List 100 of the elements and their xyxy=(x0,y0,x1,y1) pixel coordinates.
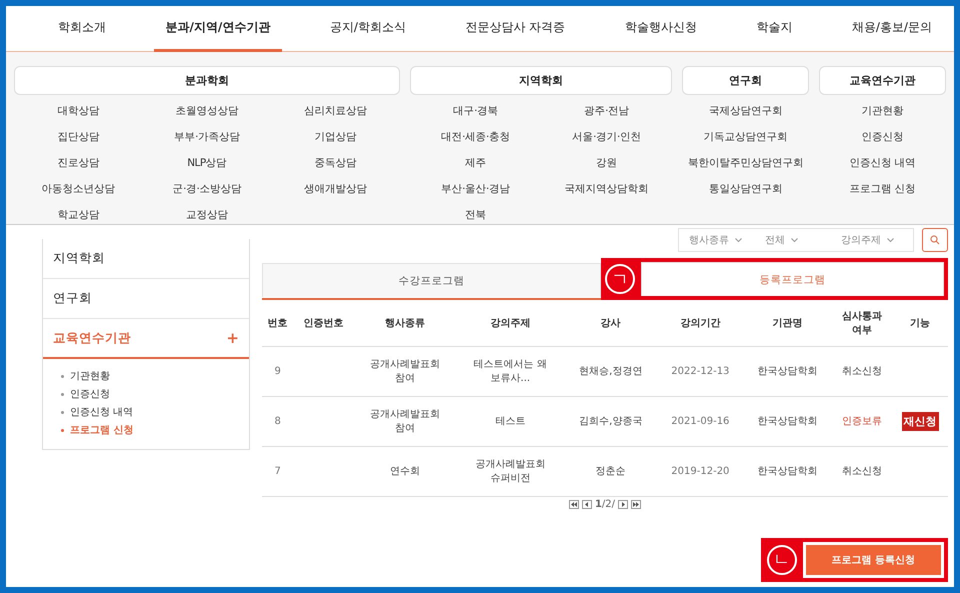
review-status: 취소신청 xyxy=(842,466,882,477)
nav-menu-item[interactable]: 공지/학회소식 xyxy=(318,6,418,52)
menu-link[interactable]: 광주·전남 xyxy=(541,101,672,121)
column-header: 심사통과 여부 xyxy=(832,300,892,346)
menu-link[interactable]: 심리치료상담 xyxy=(271,101,400,121)
menu-link[interactable]: 집단상담 xyxy=(14,127,143,147)
menu-link[interactable]: 전북 xyxy=(410,205,541,225)
table-cell: 2019-12-20 xyxy=(657,446,744,496)
triangle-arrow-icon xyxy=(633,502,640,506)
column-header: 번호 xyxy=(262,300,294,346)
menu-link[interactable]: 생애개발상담 xyxy=(271,179,400,199)
first-page-button[interactable] xyxy=(568,500,579,508)
menu-link[interactable]: 통일상담연구회 xyxy=(682,179,809,199)
table-cell: 김희수,양종국 xyxy=(564,396,658,446)
menu-link[interactable]: 서울·경기·인천 xyxy=(541,127,672,147)
menu-link[interactable]: 강원 xyxy=(541,153,672,173)
review-status: 취소신청 xyxy=(842,366,882,377)
menu-link[interactable]: 인증신청 내역 xyxy=(819,153,946,173)
triangle-arrow-icon xyxy=(570,502,577,506)
filter-select[interactable]: 강의주제 xyxy=(841,233,903,247)
table-cell: 공개사례발표회 슈퍼비전 xyxy=(456,446,564,496)
sidebar-item-label: 지역학회 xyxy=(53,250,105,267)
table-cell: 공개사례발표회 참여 xyxy=(354,346,457,396)
table-cell: 연수회 xyxy=(354,446,457,496)
menu-link[interactable]: 부부·가족상담 xyxy=(142,127,272,147)
table-cell: 한국상담학회 xyxy=(743,346,832,396)
nav-menu-item[interactable]: 학술행사신청 xyxy=(612,6,709,52)
menu-link[interactable]: 인증신청 xyxy=(819,127,946,147)
submenu-item[interactable]: 인증신청 내역 xyxy=(61,405,249,419)
prev-page-button[interactable] xyxy=(582,500,592,508)
column-header: 강의주제 xyxy=(456,300,564,346)
chevron-down-icon xyxy=(791,238,798,242)
menu-link[interactable]: NLP상담 xyxy=(142,153,272,173)
menu-link[interactable]: 초월영성상담 xyxy=(142,101,272,121)
menu-link[interactable]: 기관현황 xyxy=(819,101,946,121)
table-cell: 정춘순 xyxy=(564,446,658,496)
nav-menu-item[interactable]: 학회소개 xyxy=(46,6,118,52)
sidebar-item-label: 교육연수기관 xyxy=(53,330,131,346)
tab[interactable]: 수강프로그램 xyxy=(262,263,601,297)
table-cell: 테스트 xyxy=(456,396,564,446)
table-cell: 2022-12-13 xyxy=(657,346,744,396)
triangle-arrow-icon xyxy=(620,502,626,506)
column-header: 기능 xyxy=(892,300,948,346)
menu-link[interactable]: 교정상담 xyxy=(142,205,272,225)
menu-link[interactable]: 중독상담 xyxy=(271,153,400,173)
sidebar-item-label: 연구회 xyxy=(53,290,92,307)
triangle-arrow-icon xyxy=(584,502,590,506)
menu-link[interactable]: 군·경·소방상담 xyxy=(142,179,272,199)
sidebar-item[interactable]: 지역학회 xyxy=(43,239,249,279)
menu-group-title: 교육연수기관 xyxy=(819,66,946,95)
column-header: 강사 xyxy=(564,300,658,346)
search-icon xyxy=(930,235,940,245)
page-indicator: 1/2/ xyxy=(594,498,616,510)
nav-menu-item[interactable]: 전문상담사 자격증 xyxy=(453,6,578,52)
table-cell: 공개사례발표회 참여 xyxy=(354,396,457,446)
table-cell: 9 xyxy=(262,346,294,396)
nav-menu-item[interactable]: 채용/홍보/문의 xyxy=(840,6,944,52)
table-cell: 7 xyxy=(262,446,294,496)
menu-link[interactable]: 대학상담 xyxy=(14,101,143,121)
column-header: 행사종류 xyxy=(354,300,457,346)
menu-link[interactable]: 대구·경북 xyxy=(410,101,541,121)
table-cell: 8 xyxy=(262,396,294,446)
sidebar-item[interactable]: 연구회 xyxy=(43,279,249,319)
menu-link[interactable]: 제주 xyxy=(410,153,541,173)
menu-link[interactable]: 북한이탈주민상담연구회 xyxy=(682,153,809,173)
submenu-item[interactable]: 기관현황 xyxy=(61,369,249,383)
chevron-down-icon xyxy=(735,238,742,242)
submenu-item[interactable]: 인증신청 xyxy=(61,387,249,401)
review-status: 인증보류 xyxy=(842,416,882,427)
menu-link[interactable]: 진로상담 xyxy=(14,153,143,173)
nav-menu-item[interactable]: 학술지 xyxy=(744,6,804,52)
menu-link[interactable]: 기업상담 xyxy=(271,127,400,147)
filter-select[interactable]: 전체 xyxy=(765,233,827,247)
menu-link[interactable]: 학교상담 xyxy=(14,205,143,225)
menu-group-title: 분과학회 xyxy=(14,66,400,95)
filter-select[interactable]: 행사종류 xyxy=(689,233,751,247)
menu-group-title: 지역학회 xyxy=(410,66,672,95)
table-cell: 한국상담학회 xyxy=(743,396,832,446)
menu-link[interactable]: 부산·울산·경남 xyxy=(410,179,541,199)
table-cell: 테스트에서는 왜 보류사... xyxy=(456,346,564,396)
menu-link[interactable]: 프로그램 신청 xyxy=(819,179,946,199)
table-cell: 현채승,정경연 xyxy=(564,346,658,396)
menu-link[interactable]: 기독교상담연구회 xyxy=(682,127,809,147)
column-header: 기관명 xyxy=(743,300,832,346)
chevron-down-icon xyxy=(887,238,894,242)
table-cell: 2021-09-16 xyxy=(657,396,744,446)
menu-link[interactable]: 국제상담연구회 xyxy=(682,101,809,121)
reapply-button[interactable]: 재신청 xyxy=(902,412,939,430)
annotation-marker: ㄴ xyxy=(766,544,797,574)
next-page-button[interactable] xyxy=(618,500,628,508)
table-cell: 한국상담학회 xyxy=(743,446,832,496)
menu-group-title: 연구회 xyxy=(682,66,809,95)
column-header: 강의기간 xyxy=(657,300,744,346)
menu-link[interactable]: 대전·세종·충청 xyxy=(410,127,541,147)
column-header: 인증번호 xyxy=(293,300,354,346)
menu-link[interactable]: 국제지역상담학회 xyxy=(541,179,672,199)
last-page-button[interactable] xyxy=(631,500,642,508)
annotation-marker: ㄱ xyxy=(605,264,635,294)
search-button[interactable] xyxy=(922,228,948,252)
menu-link[interactable]: 아동청소년상담 xyxy=(14,179,143,199)
